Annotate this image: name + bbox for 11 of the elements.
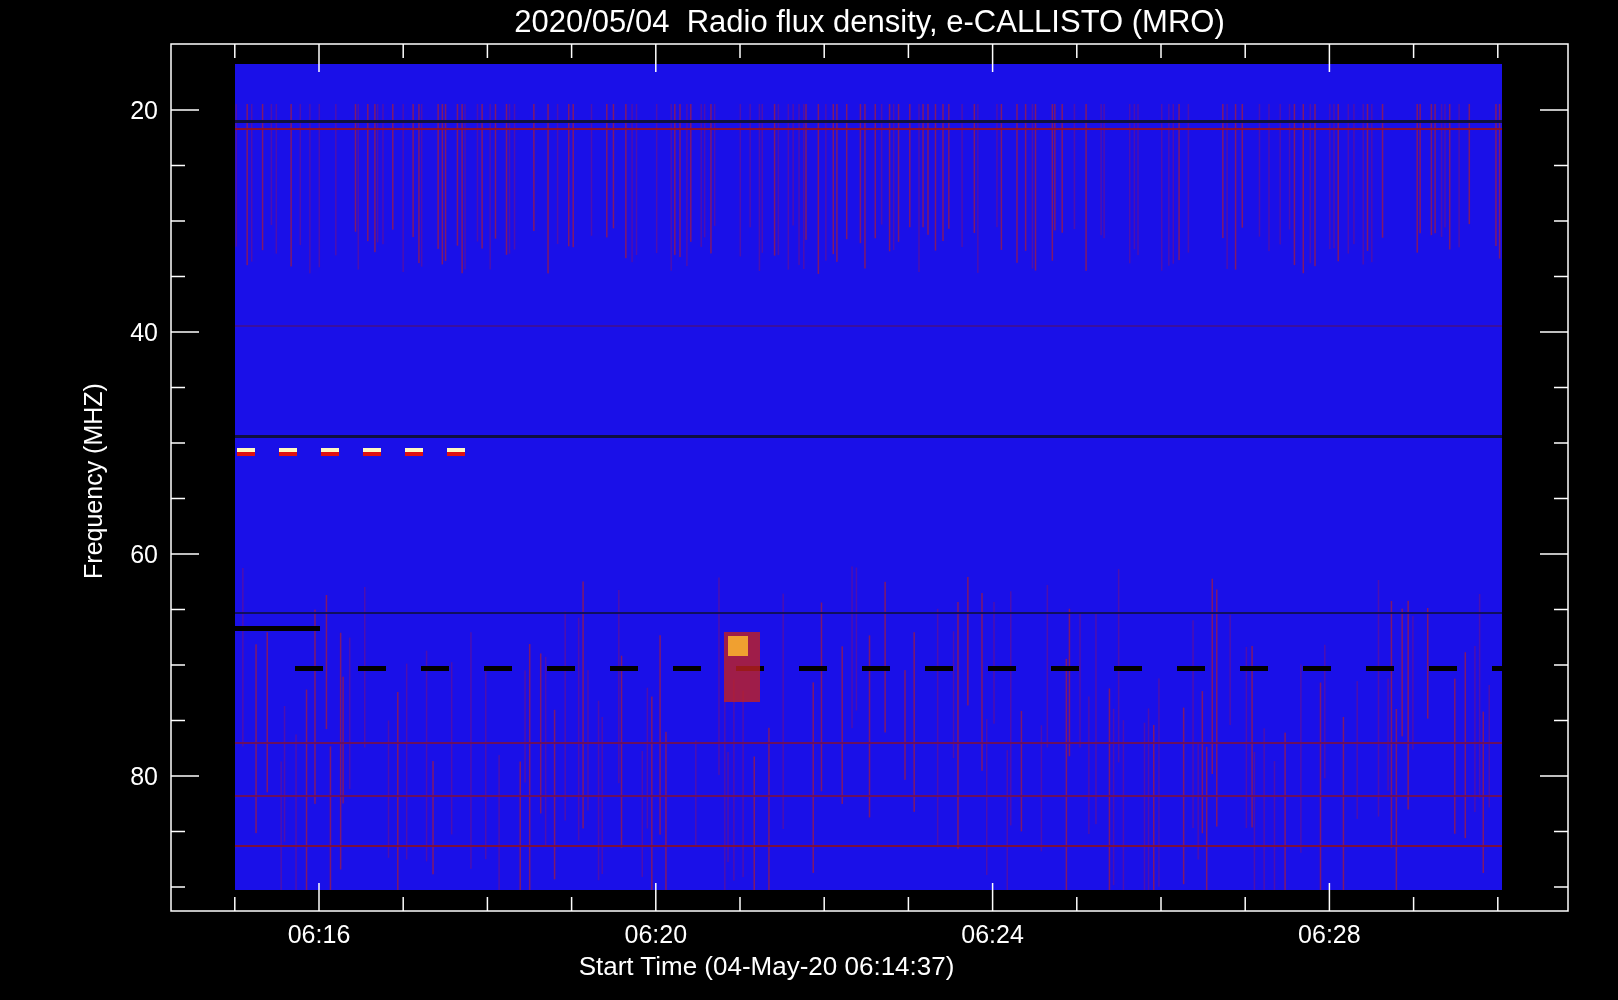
x-tick-label: 06:16 xyxy=(287,920,351,948)
x-tick-label: 06:28 xyxy=(1298,920,1361,948)
x-axis-title: Start Time (04-May-20 06:14:37) xyxy=(578,951,955,981)
y-tick-label: 40 xyxy=(130,318,158,346)
y-tick-label: 80 xyxy=(130,762,158,790)
x-tick-label: 06:20 xyxy=(624,920,688,948)
y-axis-title: Frequency (MHZ) xyxy=(79,383,107,579)
x-tick-label: 06:24 xyxy=(961,920,1024,948)
y-tick-label: 20 xyxy=(130,96,158,124)
chart-title: 2020/05/04 Radio flux density, e-CALLISTO (MRO) xyxy=(514,4,1225,39)
y-tick-label: 60 xyxy=(130,540,158,568)
